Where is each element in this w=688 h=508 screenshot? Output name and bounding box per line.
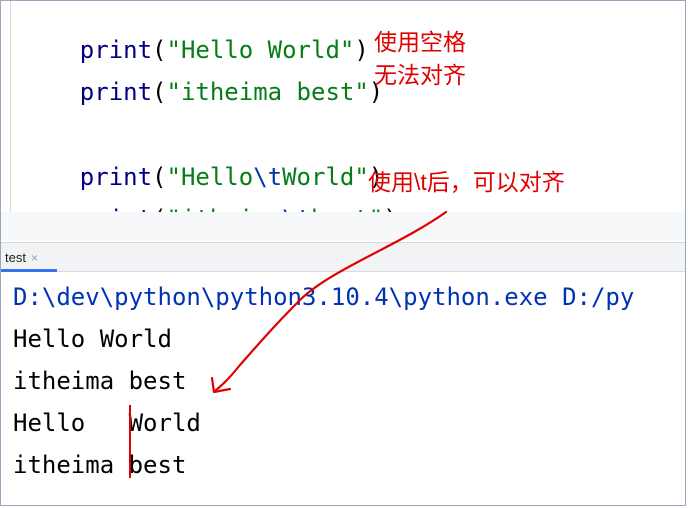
console-command-line: D:\dev\python\python3.10.4\python.exe D:… — [13, 283, 635, 311]
close-icon[interactable]: × — [31, 251, 38, 265]
code-editor[interactable]: print("Hello World") print("itheima best… — [1, 1, 685, 241]
console-output-line: itheima best — [13, 367, 187, 395]
console-output-line: Hello World — [13, 409, 201, 437]
run-console[interactable]: D:\dev\python\python3.10.4\python.exe D:… — [1, 273, 685, 504]
run-tool-window-tabbar: test × — [1, 242, 685, 272]
console-output-line: Hello World — [13, 325, 172, 353]
run-tab-test[interactable]: test × — [1, 243, 57, 272]
annotation-spaces-2: 无法对齐 — [374, 62, 466, 88]
string-literal: "itheima best" — [166, 78, 369, 106]
console-output-line: itheima best — [13, 451, 187, 479]
active-tab-indicator — [1, 269, 57, 272]
editor-gutter-divider — [10, 1, 11, 213]
code-line-2[interactable]: print("itheima best") — [22, 47, 383, 137]
open-paren: ( — [152, 78, 167, 106]
annotation-tab-note: 使用\t后，可以对齐 — [368, 169, 565, 195]
annotation-spaces-1: 使用空格 — [374, 29, 466, 55]
editor-bottom-area — [1, 212, 685, 240]
print-call: print — [79, 78, 153, 106]
run-tab-label: test — [5, 250, 26, 265]
